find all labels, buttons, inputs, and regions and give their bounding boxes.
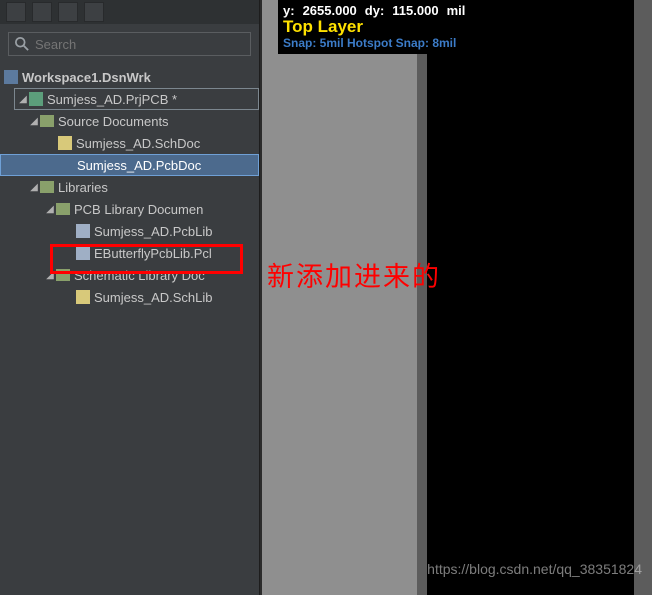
- watermark: https://blog.csdn.net/qq_38351824: [427, 561, 642, 577]
- project-tree: Workspace1.DsnWrk ◢ Sumjess_AD.PrjPCB * …: [0, 66, 259, 308]
- dy-value: 115.000: [392, 3, 438, 19]
- pcblib-icon: [76, 224, 90, 238]
- workspace-node[interactable]: Workspace1.DsnWrk: [0, 66, 259, 88]
- folder-libraries[interactable]: ◢ Libraries: [0, 176, 259, 198]
- hud-overlay: y: 2655.000 dy: 115.000 mil Top Layer Sn…: [278, 0, 520, 54]
- board-shadow: [417, 0, 427, 595]
- folder-label: Schematic Library Doc: [74, 268, 205, 283]
- folder-source-documents[interactable]: ◢ Source Documents: [0, 110, 259, 132]
- toolbar-button[interactable]: [84, 2, 104, 22]
- file-schlib[interactable]: Sumjess_AD.SchLib: [0, 286, 259, 308]
- expand-icon[interactable]: ◢: [44, 270, 56, 281]
- search-input[interactable]: [35, 37, 244, 52]
- file-label: Sumjess_AD.SchLib: [94, 290, 213, 305]
- file-label: Sumjess_AD.PcbLib: [94, 224, 213, 239]
- search-icon: [15, 37, 29, 51]
- workspace-label: Workspace1.DsnWrk: [22, 70, 151, 85]
- folder-icon: [40, 115, 54, 127]
- workspace-icon: [4, 70, 18, 84]
- pcbdoc-icon: [59, 158, 73, 172]
- project-label: Sumjess_AD.PrjPCB *: [47, 92, 177, 107]
- folder-icon: [56, 269, 70, 281]
- panel-toolbar: [0, 0, 259, 24]
- expand-icon[interactable]: ◢: [28, 182, 40, 193]
- file-label: Sumjess_AD.PcbDoc: [77, 158, 201, 173]
- vertical-band: [634, 0, 652, 595]
- folder-label: Libraries: [58, 180, 108, 195]
- board-region: [262, 0, 420, 595]
- file-label: EButterflyPcbLib.Pcl: [94, 246, 212, 261]
- expand-icon[interactable]: ◢: [44, 204, 56, 215]
- folder-icon: [56, 203, 70, 215]
- folder-schlib[interactable]: ◢ Schematic Library Doc: [0, 264, 259, 286]
- hud-snap: Snap: 5mil Hotspot Snap: 8mil: [283, 35, 515, 51]
- file-pcbdoc[interactable]: Sumjess_AD.PcbDoc: [0, 154, 259, 176]
- expand-icon[interactable]: ◢: [28, 116, 40, 127]
- project-icon: [29, 92, 43, 106]
- file-label: Sumjess_AD.SchDoc: [76, 136, 200, 151]
- file-schdoc[interactable]: Sumjess_AD.SchDoc: [0, 132, 259, 154]
- hud-layer: Top Layer: [283, 19, 515, 35]
- folder-label: PCB Library Documen: [74, 202, 203, 217]
- file-pcblib[interactable]: Sumjess_AD.PcbLib: [0, 220, 259, 242]
- toolbar-button[interactable]: [32, 2, 52, 22]
- expand-icon[interactable]: ◢: [17, 94, 29, 105]
- folder-pcblib[interactable]: ◢ PCB Library Documen: [0, 198, 259, 220]
- pcb-canvas[interactable]: [262, 0, 652, 595]
- dy-label: dy:: [365, 3, 385, 19]
- file-ebutterfly-pcblib[interactable]: EButterflyPcbLib.Pcl: [0, 242, 259, 264]
- folder-label: Source Documents: [58, 114, 169, 129]
- toolbar-button[interactable]: [58, 2, 78, 22]
- pcblib-icon: [76, 246, 90, 260]
- toolbar-button[interactable]: [6, 2, 26, 22]
- folder-icon: [40, 181, 54, 193]
- project-node[interactable]: ◢ Sumjess_AD.PrjPCB *: [14, 88, 259, 110]
- schdoc-icon: [58, 136, 72, 150]
- project-panel: Workspace1.DsnWrk ◢ Sumjess_AD.PrjPCB * …: [0, 0, 260, 595]
- schlib-icon: [76, 290, 90, 304]
- unit: mil: [447, 3, 466, 19]
- search-box[interactable]: [8, 32, 251, 56]
